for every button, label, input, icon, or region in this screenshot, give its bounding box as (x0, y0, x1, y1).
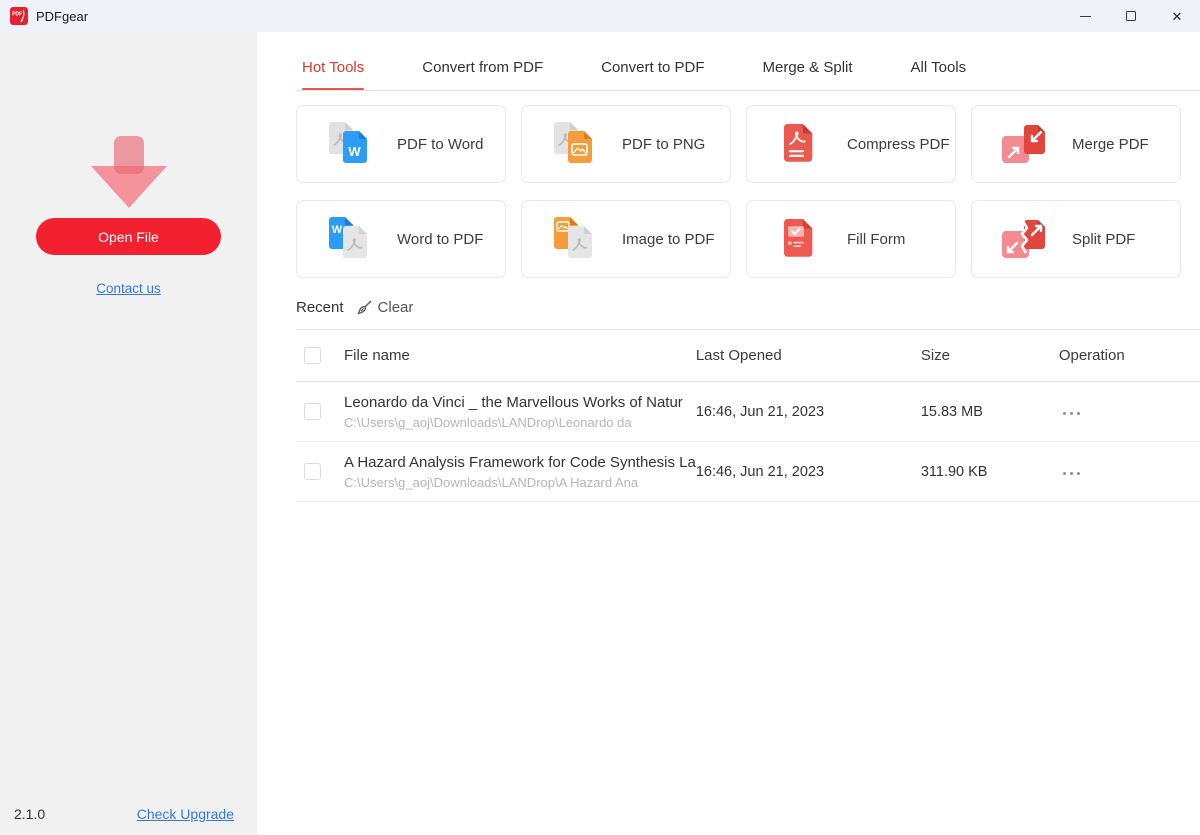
tab-convert-to-pdf[interactable]: Convert to PDF (601, 59, 704, 90)
maximize-icon (1126, 11, 1136, 21)
row-checkbox[interactable] (304, 463, 321, 480)
tool-card-label: Word to PDF (397, 231, 483, 248)
compress-pdf-card[interactable]: Compress PDF (746, 105, 956, 183)
tool-tabs: Hot Tools Convert from PDF Convert to PD… (296, 59, 1200, 90)
tab-all-tools[interactable]: All Tools (911, 59, 967, 90)
file-name: Leonardo da Vinci _ the Marvellous Works… (344, 394, 696, 411)
merge-pdf-card[interactable]: Merge PDF (971, 105, 1181, 183)
main-panel: Hot Tools Convert from PDF Convert to PD… (257, 32, 1200, 835)
file-size-value: 311.90 KB (921, 464, 988, 480)
clear-recent-button[interactable]: Clear (356, 299, 414, 316)
svg-text:W: W (348, 144, 361, 159)
svg-text:W: W (332, 224, 343, 236)
minimize-button[interactable] (1062, 0, 1108, 32)
recent-files-table: File name Last Opened Size Operation Leo… (296, 329, 1200, 502)
fill-form-icon (773, 213, 825, 265)
check-upgrade-link[interactable]: Check Upgrade (137, 806, 234, 822)
last-opened-value: 16:46, Jun 21, 2023 (696, 404, 824, 420)
image-to-pdf-icon (548, 213, 600, 265)
tab-convert-from-pdf[interactable]: Convert from PDF (422, 59, 543, 90)
broom-icon (356, 299, 373, 316)
version-label: 2.1.0 (14, 806, 45, 822)
row-checkbox[interactable] (304, 403, 321, 420)
contact-us-link[interactable]: Contact us (0, 281, 257, 296)
column-header-operation: Operation (1059, 347, 1125, 364)
minimize-icon (1080, 16, 1091, 17)
tabs-divider (296, 90, 1200, 91)
tab-hot-tools[interactable]: Hot Tools (302, 59, 364, 90)
tool-card-label: Fill Form (847, 231, 905, 248)
table-row[interactable]: A Hazard Analysis Framework for Code Syn… (296, 442, 1200, 502)
svg-text:PDF: PDF (12, 12, 22, 18)
pdf-to-word-card[interactable]: W PDF to Word (296, 105, 506, 183)
tool-cards-row-1: W PDF to Word (296, 105, 1181, 183)
select-all-checkbox[interactable] (304, 347, 321, 364)
pdf-to-png-icon (548, 118, 600, 170)
word-to-pdf-icon: W (323, 213, 375, 265)
close-icon: ✕ (1172, 10, 1183, 23)
tool-card-label: PDF to PNG (622, 136, 705, 153)
recent-bar: Recent Clear (296, 299, 1200, 316)
split-pdf-card[interactable]: Split PDF (971, 200, 1181, 278)
tool-card-label: Image to PDF (622, 231, 715, 248)
merge-pdf-icon (998, 118, 1050, 170)
open-file-button[interactable]: Open File (36, 218, 221, 255)
sidebar: Open File Contact us 2.1.0 Check Upgrade (0, 32, 257, 835)
file-path: C:\Users\g_aoj\Downloads\LANDrop\Leonard… (344, 415, 696, 430)
table-header-row: File name Last Opened Size Operation (296, 330, 1200, 382)
tool-card-label: Compress PDF (847, 136, 950, 153)
pdf-to-png-card[interactable]: PDF to PNG (521, 105, 731, 183)
column-header-file-name: File name (344, 347, 410, 364)
tab-merge-split[interactable]: Merge & Split (763, 59, 853, 90)
pdf-to-word-icon: W (323, 118, 375, 170)
close-button[interactable]: ✕ (1154, 0, 1200, 32)
maximize-button[interactable] (1108, 0, 1154, 32)
fill-form-card[interactable]: Fill Form (746, 200, 956, 278)
compress-pdf-icon (773, 118, 825, 170)
window-title: PDFgear (36, 9, 88, 24)
more-actions-button[interactable] (1059, 406, 1084, 421)
file-size-value: 15.83 MB (921, 404, 983, 420)
tool-card-label: Split PDF (1072, 231, 1135, 248)
table-row[interactable]: Leonardo da Vinci _ the Marvellous Works… (296, 382, 1200, 442)
column-header-size: Size (921, 347, 950, 364)
split-pdf-icon (998, 213, 1050, 265)
clear-label: Clear (378, 299, 414, 316)
last-opened-value: 16:46, Jun 21, 2023 (696, 464, 824, 480)
word-to-pdf-card[interactable]: W Word to PDF (296, 200, 506, 278)
tool-card-label: PDF to Word (397, 136, 483, 153)
file-name: A Hazard Analysis Framework for Code Syn… (344, 454, 696, 471)
image-to-pdf-card[interactable]: Image to PDF (521, 200, 731, 278)
file-path: C:\Users\g_aoj\Downloads\LANDrop\A Hazar… (344, 475, 696, 490)
recent-title: Recent (296, 299, 344, 316)
column-header-last-opened: Last Opened (696, 347, 782, 364)
tool-card-label: Merge PDF (1072, 136, 1149, 153)
drop-file-arrow-icon (81, 128, 177, 214)
more-actions-button[interactable] (1059, 466, 1084, 481)
app-logo-icon: PDF (10, 7, 28, 25)
title-bar: PDF PDFgear ✕ (0, 0, 1200, 32)
tool-cards-row-2: W Word to PDF (296, 200, 1181, 278)
